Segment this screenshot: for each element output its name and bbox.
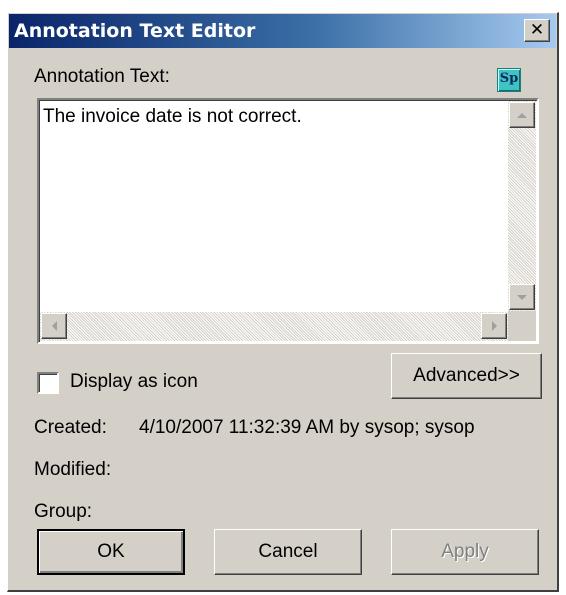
spell-check-icon: Sp <box>499 71 519 86</box>
ok-button-label: OK <box>97 541 125 562</box>
advanced-button-label: Advanced>> <box>413 365 520 386</box>
scroll-up-button[interactable] <box>509 102 535 128</box>
annotation-text-label: Annotation Text: <box>34 66 170 87</box>
spell-check-button[interactable]: Sp <box>497 68 521 92</box>
modified-label: Modified: <box>34 459 112 480</box>
horizontal-scrollbar[interactable] <box>40 312 508 341</box>
display-as-icon-label[interactable]: Display as icon <box>70 371 198 393</box>
close-button[interactable]: ✕ <box>524 19 550 42</box>
scroll-left-button[interactable] <box>41 313 67 339</box>
scrollbar-corner <box>508 311 536 341</box>
arrow-left-icon <box>52 321 57 331</box>
close-icon: ✕ <box>529 20 545 40</box>
scroll-down-button[interactable] <box>509 284 535 310</box>
apply-button-label: Apply <box>441 541 489 562</box>
scroll-right-button[interactable] <box>481 313 507 339</box>
display-as-icon-checkbox[interactable] <box>37 372 59 394</box>
advanced-button[interactable]: Advanced>> <box>391 353 542 399</box>
annotation-text-content[interactable]: The invoice date is not correct. <box>43 106 302 128</box>
title-bar[interactable]: Annotation Text Editor ✕ <box>9 14 556 48</box>
window-title: Annotation Text Editor <box>14 20 256 42</box>
ok-button[interactable]: OK <box>37 529 185 575</box>
arrow-down-icon <box>517 295 527 300</box>
arrow-up-icon <box>517 113 527 118</box>
vertical-scrollbar[interactable] <box>508 101 536 311</box>
created-value: 4/10/2007 11:32:39 AM by sysop; sysop <box>139 417 475 438</box>
created-label: Created: <box>34 417 107 438</box>
group-label: Group: <box>34 501 93 522</box>
arrow-right-icon <box>492 321 497 331</box>
cancel-button[interactable]: Cancel <box>214 529 362 575</box>
apply-button[interactable]: Apply <box>391 529 539 575</box>
annotation-text-editor-dialog: Annotation Text Editor ✕ Annotation Text… <box>7 12 559 592</box>
annotation-textarea[interactable]: The invoice date is not correct. <box>37 98 539 344</box>
cancel-button-label: Cancel <box>258 541 318 562</box>
